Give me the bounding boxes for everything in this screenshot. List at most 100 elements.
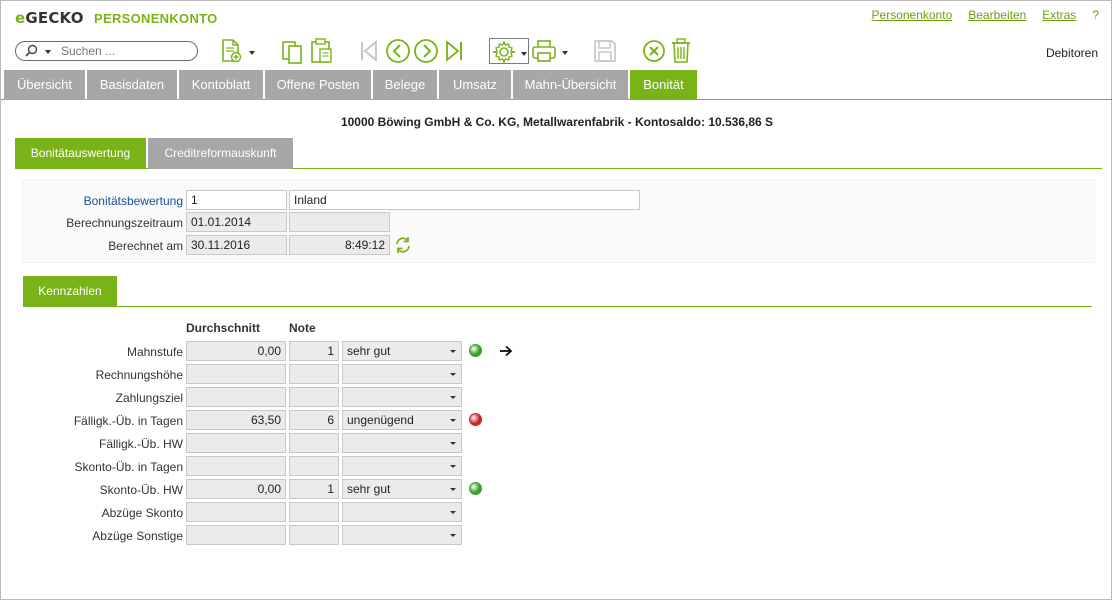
tab-bonitaet[interactable]: Bonität (630, 70, 697, 100)
note-field (289, 387, 339, 407)
menu-extras[interactable]: Extras (1042, 8, 1076, 22)
average-field: 0,00 (186, 479, 286, 499)
subtab-bonitaetauswertung[interactable]: Bonitätauswertung (15, 138, 146, 169)
berechnet-date-field: 30.11.2016 (186, 235, 287, 255)
note-field (289, 456, 339, 476)
bonitaet-text-field[interactable]: Inland (289, 190, 640, 210)
last-record-icon[interactable] (443, 37, 465, 65)
new-document-icon[interactable] (220, 37, 244, 65)
new-dropdown-icon[interactable] (249, 51, 255, 55)
zeitraum-to-field (289, 212, 390, 232)
average-field (186, 502, 286, 522)
tab-kennzahlen[interactable]: Kennzahlen (23, 276, 117, 307)
kennzahl-label: Rechnungshöhe (95, 368, 183, 382)
account-summary: 10000 Böwing GmbH & Co. KG, Metallwarenf… (340, 115, 774, 129)
tab-belege[interactable]: Belege (373, 70, 437, 100)
arrow-right-icon[interactable] (499, 345, 513, 357)
rating-select[interactable]: ungenügend (342, 410, 462, 430)
search-input[interactable] (61, 44, 191, 58)
bonitaet-label[interactable]: Bonitätsbewertung (31, 194, 183, 208)
rating-select[interactable] (342, 364, 462, 384)
print-dropdown-icon[interactable] (562, 51, 568, 55)
search-box[interactable] (15, 41, 198, 61)
cancel-icon[interactable] (641, 37, 667, 65)
note-field (289, 433, 339, 453)
average-field: 63,50 (186, 410, 286, 430)
egecko-logo: eGECKO (15, 9, 84, 27)
search-icon[interactable] (25, 44, 38, 57)
save-icon[interactable] (593, 37, 617, 65)
average-field (186, 387, 286, 407)
bonitaet-subtabs: Bonitätauswertung Creditreformauskunft (15, 138, 1102, 169)
note-field (289, 364, 339, 384)
status-red-icon (469, 413, 482, 426)
settings-gear-icon (492, 40, 516, 64)
settings-dropdown-icon[interactable] (521, 52, 527, 56)
settings-button[interactable] (489, 38, 529, 64)
average-field (186, 456, 286, 476)
subtab-creditreformauskunft[interactable]: Creditreformauskunft (148, 138, 293, 169)
status-green-icon (469, 482, 482, 495)
chevron-down-icon[interactable] (450, 373, 456, 376)
note-field (289, 525, 339, 545)
rating-value: sehr gut (347, 344, 391, 358)
chevron-down-icon[interactable] (450, 488, 456, 491)
toolbar: Debitoren (1, 35, 1112, 67)
main-tabs: Übersicht Basisdaten Kontoblatt Offene P… (1, 70, 1112, 100)
application-window: eGECKO PERSONENKONTO Personenkonto Bearb… (0, 0, 1112, 600)
kennzahl-label: Mahnstufe (126, 345, 183, 359)
rating-select[interactable]: sehr gut (342, 341, 462, 361)
tab-uebersicht[interactable]: Übersicht (4, 70, 85, 100)
note-field (289, 502, 339, 522)
chevron-down-icon[interactable] (450, 465, 456, 468)
berechnet-time-field: 8:49:12 (289, 235, 390, 255)
average-field (186, 525, 286, 545)
kennzahl-label: Skonto-Üb. HW (99, 483, 183, 497)
menu-help[interactable]: ? (1092, 8, 1099, 22)
paste-icon[interactable] (310, 37, 334, 65)
kennzahl-label: Skonto-Üb. in Tagen (74, 460, 183, 474)
note-field: 6 (289, 410, 339, 430)
next-record-icon[interactable] (412, 37, 440, 65)
chevron-down-icon[interactable] (450, 511, 456, 514)
account-type-label: Debitoren (1045, 46, 1098, 60)
tab-mahn-uebersicht[interactable]: Mahn-Übersicht (513, 70, 628, 100)
chevron-down-icon[interactable] (450, 534, 456, 537)
berechnet-label: Berechnet am (108, 239, 183, 253)
kennzahl-label: Fälligk.-Üb. HW (98, 437, 183, 451)
rating-select[interactable] (342, 502, 462, 522)
note-field: 1 (289, 479, 339, 499)
col-note: Note (289, 321, 316, 335)
refresh-icon[interactable] (394, 236, 412, 254)
menu-bearbeiten[interactable]: Bearbeiten (968, 8, 1026, 22)
rating-select[interactable] (342, 433, 462, 453)
rating-select[interactable] (342, 387, 462, 407)
chevron-down-icon[interactable] (450, 350, 456, 353)
bonitaet-value-field[interactable]: 1 (186, 190, 287, 210)
tab-umsatz[interactable]: Umsatz (439, 70, 511, 100)
chevron-down-icon[interactable] (450, 442, 456, 445)
print-icon[interactable] (531, 37, 557, 65)
zeitraum-from-field: 01.01.2014 (186, 212, 287, 232)
first-record-icon[interactable] (358, 37, 380, 65)
copy-icon[interactable] (281, 37, 305, 65)
rating-select[interactable] (342, 525, 462, 545)
app-title: PERSONENKONTO (94, 11, 218, 26)
delete-icon[interactable] (670, 37, 692, 65)
tab-kontoblatt[interactable]: Kontoblatt (179, 70, 263, 100)
average-field (186, 364, 286, 384)
tab-offene-posten[interactable]: Offene Posten (265, 70, 371, 100)
chevron-down-icon[interactable] (450, 396, 456, 399)
kennzahlen-section: Kennzahlen (23, 276, 1092, 307)
rating-select[interactable] (342, 456, 462, 476)
kennzahl-label: Fälligk.-Üb. in Tagen (73, 414, 183, 428)
tab-basisdaten[interactable]: Basisdaten (87, 70, 177, 100)
title-bar: eGECKO PERSONENKONTO Personenkonto Bearb… (1, 1, 1112, 33)
rating-select[interactable]: sehr gut (342, 479, 462, 499)
chevron-down-icon[interactable] (450, 419, 456, 422)
previous-record-icon[interactable] (384, 37, 412, 65)
menu-personenkonto[interactable]: Personenkonto (872, 8, 953, 22)
search-dropdown-icon[interactable] (45, 50, 51, 54)
average-field: 0,00 (186, 341, 286, 361)
kennzahl-label: Abzüge Sonstige (92, 529, 183, 543)
